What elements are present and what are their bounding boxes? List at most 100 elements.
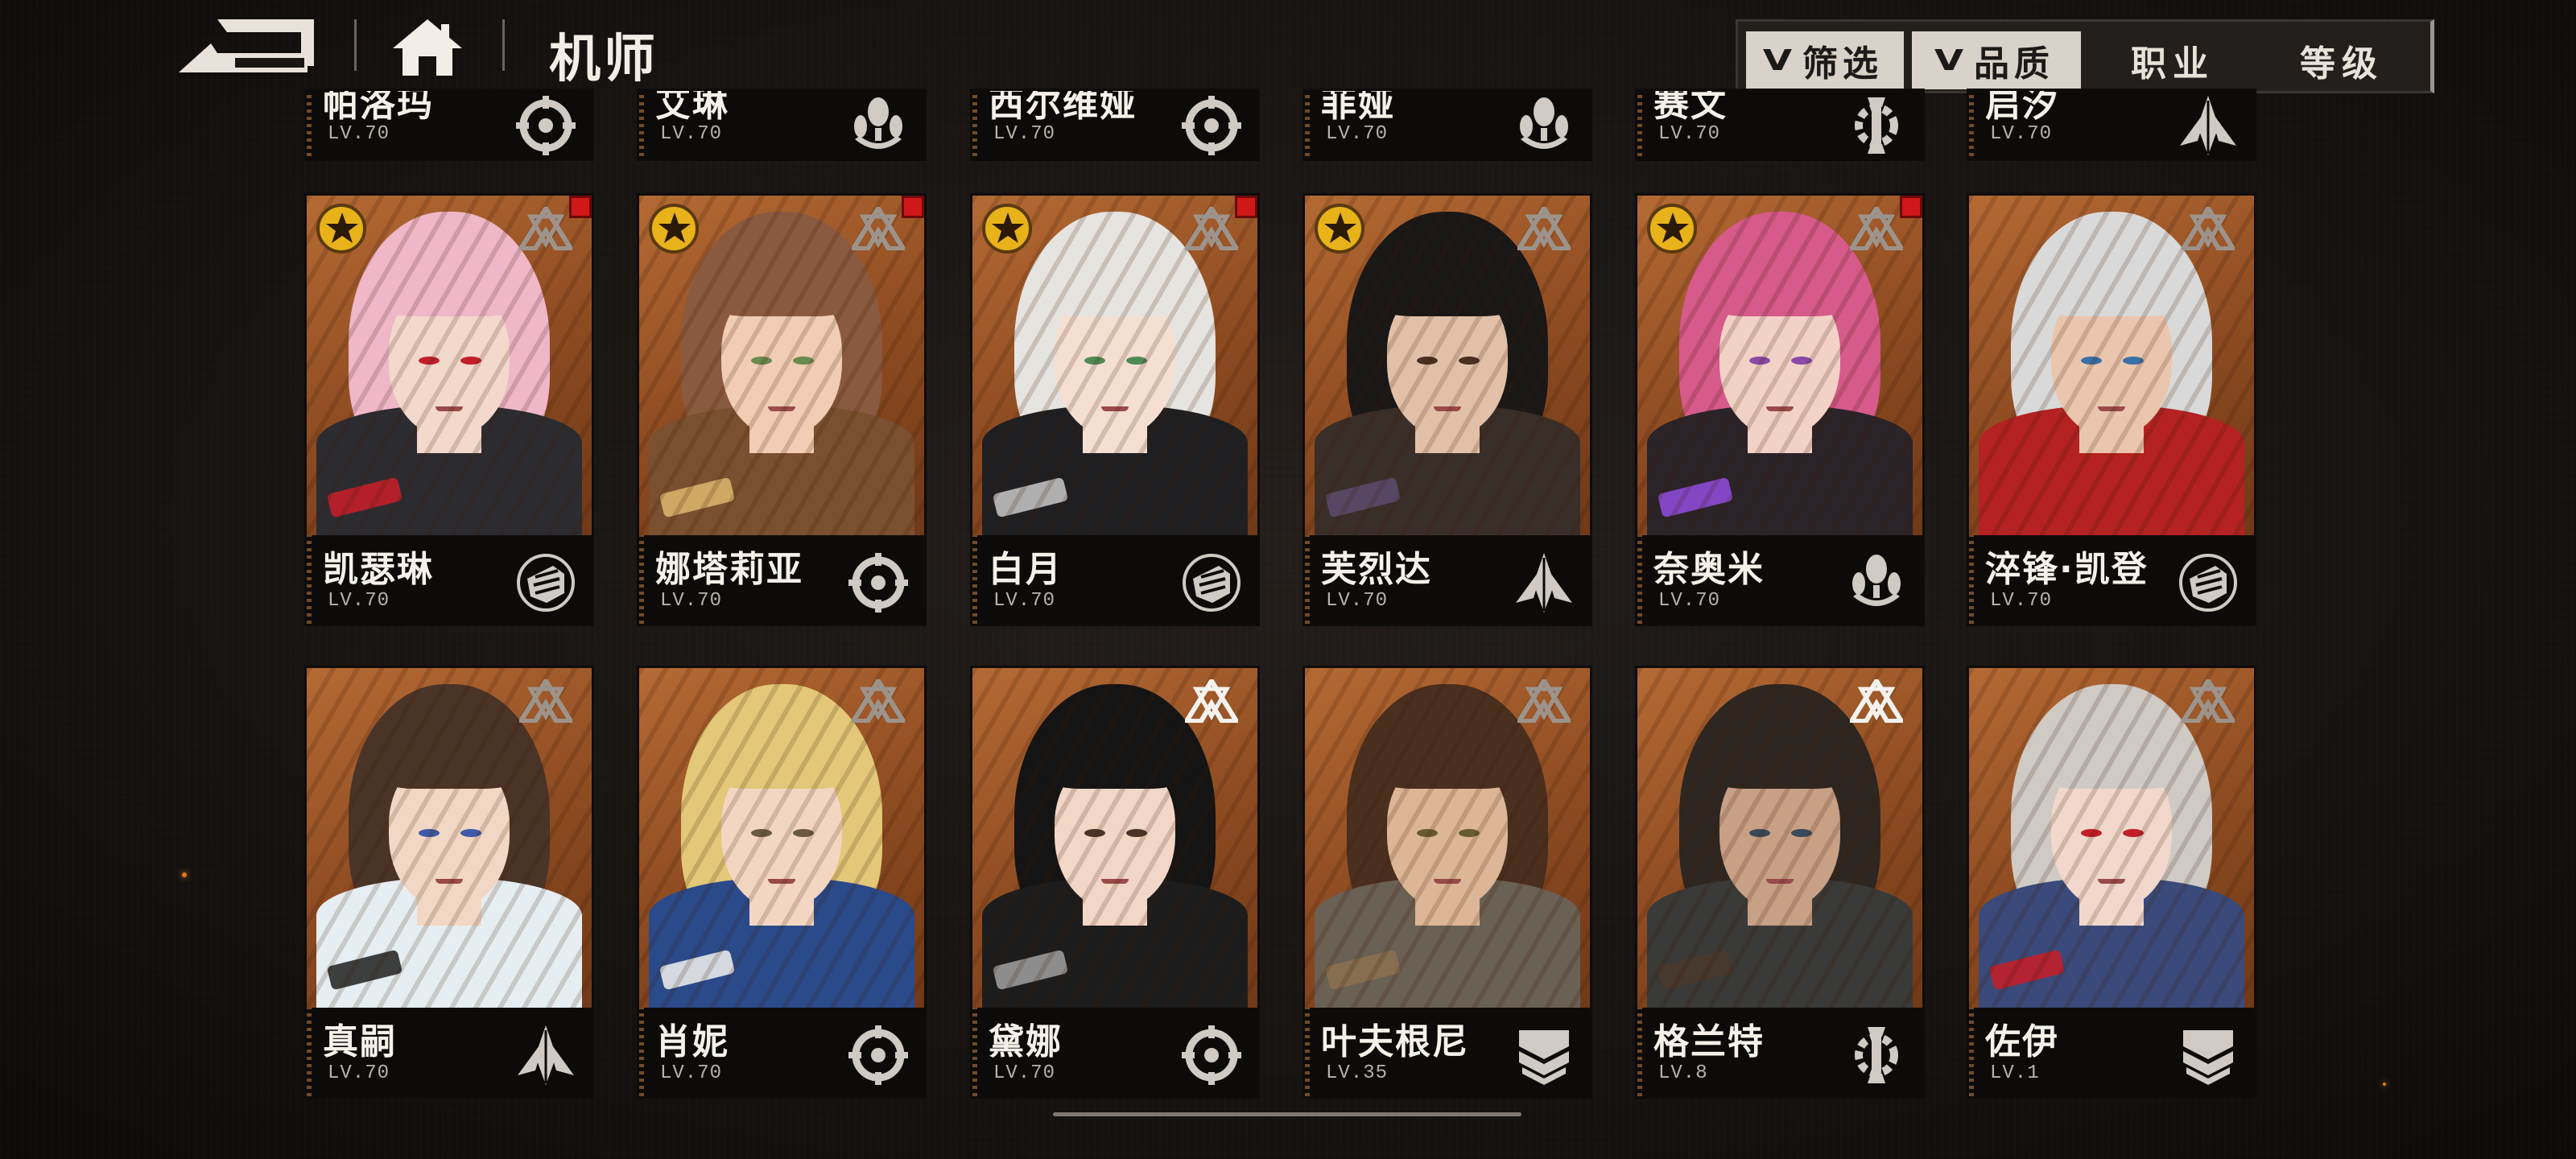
pilot-card[interactable]: 芙烈达 LV.70 xyxy=(1302,193,1592,626)
favorite-star-icon xyxy=(1315,204,1364,254)
pilot-card[interactable]: 西尔维娅 LV.70 xyxy=(970,89,1260,161)
bomb-icon xyxy=(847,94,910,157)
bomb-icon xyxy=(1845,551,1908,614)
favorite-star-icon xyxy=(316,204,366,254)
pilot-nameplate: 奈奥米 LV.70 xyxy=(1637,535,1922,624)
pilot-name: 凯瑟琳 xyxy=(323,549,434,590)
fist-icon xyxy=(514,551,577,614)
new-badge xyxy=(569,196,592,218)
rank-emblem-icon xyxy=(1514,676,1574,724)
rank-emblem-icon xyxy=(2178,676,2238,724)
pilot-card[interactable]: 真嗣 LV.70 xyxy=(304,666,594,1099)
rank-emblem-icon xyxy=(1847,204,1906,251)
pilot-nameplate: 娜塔莉亚 LV.70 xyxy=(639,535,924,624)
wrench-gear-icon xyxy=(1845,94,1908,157)
pilot-card[interactable]: 黛娜 LV.70 xyxy=(970,666,1260,1099)
pilot-nameplate: 赛文 LV.70 xyxy=(1637,89,1922,159)
pilot-nameplate: 淬锋·凯登 LV.70 xyxy=(1969,535,2254,624)
pilot-level: LV.70 xyxy=(993,1062,1056,1084)
pilot-name: 艾琳 xyxy=(655,89,729,125)
pilot-nameplate: 真嗣 LV.70 xyxy=(307,1008,592,1096)
pilot-card[interactable]: 白月 LV.70 xyxy=(970,193,1260,626)
pilot-level: LV.70 xyxy=(660,123,723,145)
rank-emblem-icon xyxy=(1182,204,1241,251)
rank-emblem-icon xyxy=(1847,676,1906,724)
pilot-nameplate: 帕洛玛 LV.70 xyxy=(307,89,592,159)
pilot-card[interactable]: 奈奥米 LV.70 xyxy=(1635,193,1925,626)
pilot-nameplate: 凯瑟琳 LV.70 xyxy=(307,535,592,624)
pilot-card[interactable]: 启汐 LV.70 xyxy=(1967,89,2256,161)
new-badge xyxy=(1235,196,1257,218)
pilot-card[interactable]: 菲娅 LV.70 xyxy=(1302,89,1592,161)
pilot-level: LV.70 xyxy=(328,590,390,612)
blade-icon xyxy=(2177,94,2240,157)
rank-emblem-icon xyxy=(848,204,908,251)
shield-icon xyxy=(1513,1024,1575,1087)
pilot-nameplate: 白月 LV.70 xyxy=(972,535,1257,624)
rank-emblem-icon xyxy=(516,204,576,251)
pilot-name: 菲娅 xyxy=(1321,89,1395,125)
pilot-name: 帕洛玛 xyxy=(323,89,434,125)
pilot-name: 西尔维娅 xyxy=(989,89,1137,125)
pilot-level: LV.35 xyxy=(1326,1062,1389,1084)
pilot-name: 肖妮 xyxy=(655,1021,729,1062)
target-icon xyxy=(514,94,577,157)
scroll-indicator[interactable] xyxy=(1053,1112,1521,1116)
rank-emblem-icon xyxy=(2178,204,2238,251)
pilot-level: LV.1 xyxy=(1990,1062,2040,1084)
new-badge xyxy=(1900,196,1922,218)
pilot-card[interactable]: 凯瑟琳 LV.70 xyxy=(304,193,594,626)
pilot-name: 启汐 xyxy=(1985,89,2059,125)
pilot-name: 奈奥米 xyxy=(1653,549,1765,590)
pilot-nameplate: 菲娅 LV.70 xyxy=(1305,89,1590,159)
pilot-name: 格兰特 xyxy=(1653,1021,1765,1062)
pilot-card[interactable]: 淬锋·凯登 LV.70 xyxy=(1967,193,2256,626)
pilot-card[interactable]: 娜塔莉亚 LV.70 xyxy=(637,193,927,626)
rank-emblem-icon xyxy=(1182,676,1241,724)
pilot-nameplate: 肖妮 LV.70 xyxy=(639,1008,924,1096)
pilot-nameplate: 艾琳 LV.70 xyxy=(639,89,924,159)
target-icon xyxy=(847,1024,910,1087)
pilot-name: 白月 xyxy=(989,549,1063,590)
new-badge xyxy=(902,196,924,218)
pilot-nameplate: 黛娜 LV.70 xyxy=(972,1008,1257,1096)
pilot-name: 娜塔莉亚 xyxy=(655,549,803,590)
fist-icon xyxy=(1180,551,1243,614)
favorite-star-icon xyxy=(1647,204,1697,254)
rank-emblem-icon xyxy=(516,676,576,724)
pilot-level: LV.8 xyxy=(1658,1062,1708,1084)
shield-icon xyxy=(2177,1024,2240,1087)
pilot-level: LV.70 xyxy=(1990,590,2053,612)
target-icon xyxy=(1180,1024,1243,1087)
pilot-grid: 帕洛玛 LV.70 艾琳 LV.70 西尔维娅 LV.70 菲娅 LV.70 赛… xyxy=(0,0,2576,1159)
pilot-level: LV.70 xyxy=(328,1062,390,1084)
pilot-level: LV.70 xyxy=(660,590,723,612)
favorite-star-icon xyxy=(982,204,1032,254)
pilot-name: 佐伊 xyxy=(1985,1021,2059,1062)
pilot-name: 叶夫根尼 xyxy=(1321,1021,1469,1062)
pilot-nameplate: 西尔维娅 LV.70 xyxy=(972,89,1257,159)
pilot-name: 芙烈达 xyxy=(1321,549,1432,590)
pilot-card[interactable]: 格兰特 LV.8 xyxy=(1635,666,1925,1099)
rank-emblem-icon xyxy=(1514,204,1574,251)
pilot-card[interactable]: 赛文 LV.70 xyxy=(1635,89,1925,161)
pilot-card[interactable]: 艾琳 LV.70 xyxy=(637,89,927,161)
pilot-card[interactable]: 叶夫根尼 LV.35 xyxy=(1302,666,1592,1099)
pilot-card[interactable]: 肖妮 LV.70 xyxy=(637,666,927,1099)
pilot-name: 真嗣 xyxy=(323,1021,397,1062)
pilot-level: LV.70 xyxy=(1658,590,1721,612)
blade-icon xyxy=(1513,551,1575,614)
fist-icon xyxy=(2177,551,2240,614)
pilot-name: 赛文 xyxy=(1653,89,1728,125)
pilot-card[interactable]: 帕洛玛 LV.70 xyxy=(304,89,594,161)
pilot-nameplate: 佐伊 LV.1 xyxy=(1969,1008,2254,1096)
pilot-nameplate: 格兰特 LV.8 xyxy=(1637,1008,1922,1096)
pilot-nameplate: 叶夫根尼 LV.35 xyxy=(1305,1008,1590,1096)
blade-icon xyxy=(514,1024,577,1087)
pilot-name: 淬锋·凯登 xyxy=(1985,549,2149,590)
pilot-nameplate: 启汐 LV.70 xyxy=(1969,89,2254,159)
pilot-card[interactable]: 佐伊 LV.1 xyxy=(1967,666,2256,1099)
pilot-level: LV.70 xyxy=(1326,123,1389,145)
pilot-level: LV.70 xyxy=(1658,123,1721,145)
wrench-gear-icon xyxy=(1845,1024,1908,1087)
